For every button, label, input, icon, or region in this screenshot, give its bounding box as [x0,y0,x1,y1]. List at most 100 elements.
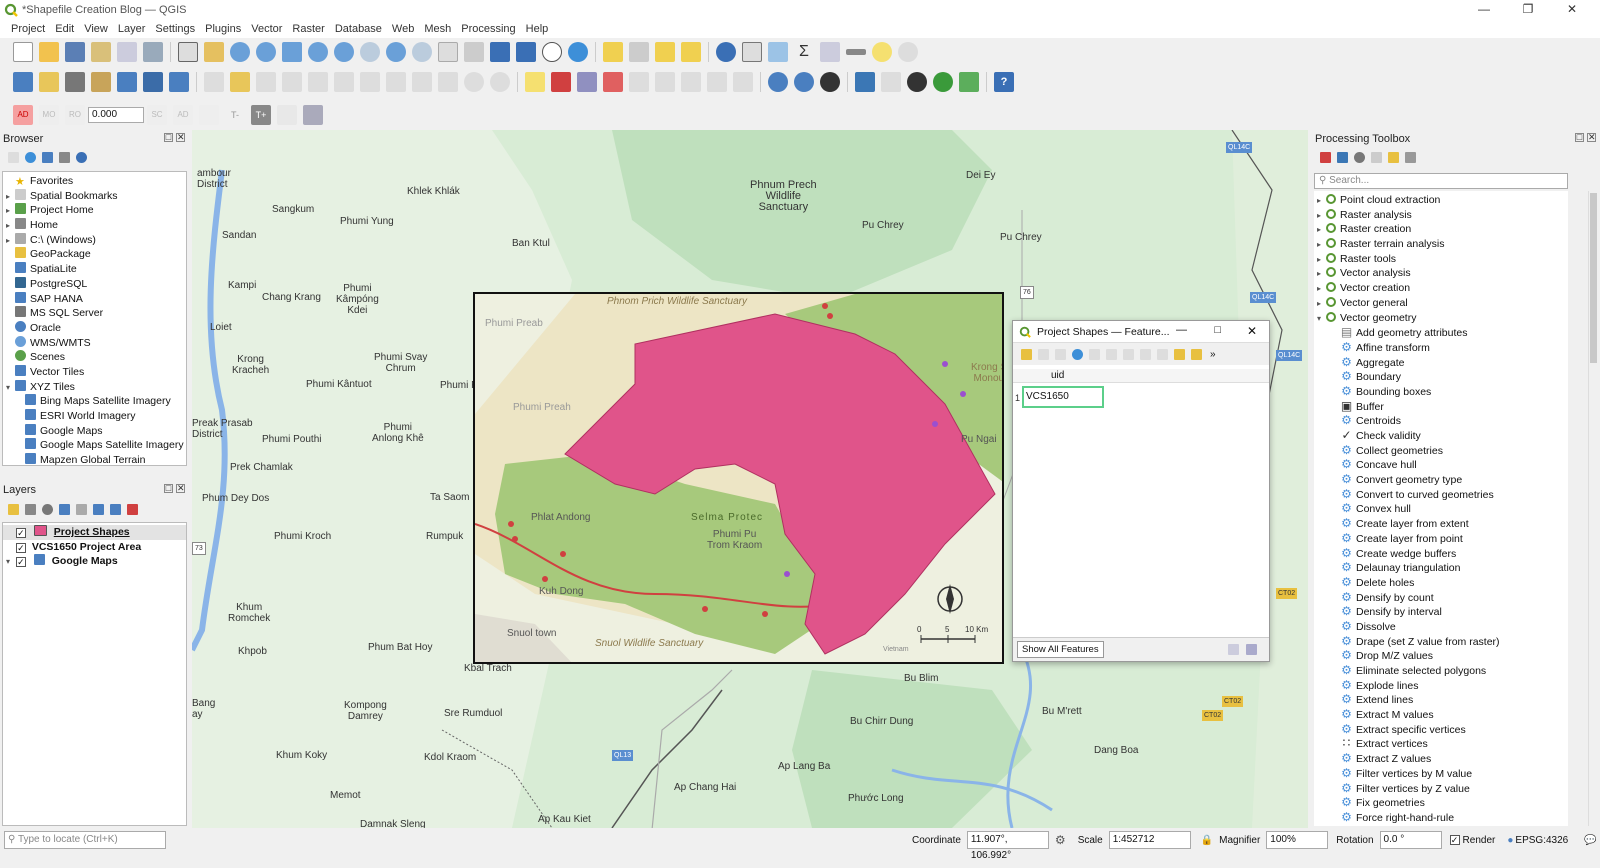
angle-input[interactable]: 0.000 [88,107,144,123]
scrollbar-thumb[interactable] [1590,193,1597,363]
reload-icon[interactable] [1072,348,1083,360]
zoom-layer-icon[interactable] [334,42,354,62]
cut-icon[interactable] [1123,348,1134,360]
close-panel-icon[interactable]: ✕ [1587,133,1596,142]
label-properties-icon[interactable] [733,72,753,92]
show-hide-labels-icon[interactable] [629,72,649,92]
scale-button[interactable]: SC [147,105,167,125]
algorithm-item[interactable]: ⚙ Extract specific vertices [1340,722,1568,737]
float-panel-icon[interactable]: □ [164,133,173,142]
add-vector-icon[interactable] [169,72,189,92]
digitize-icon[interactable] [282,72,302,92]
lock-scale-icon[interactable]: 🔒 [1201,835,1213,846]
temporal-controller-icon[interactable] [542,42,562,62]
algorithm-item[interactable]: ▣ Buffer [1340,399,1568,414]
save-edits-icon[interactable] [256,72,276,92]
expand-arrow-icon[interactable]: ▸ [3,219,13,234]
menu-plugins[interactable]: Plugins [200,23,246,35]
rotation-field[interactable]: 0.0 ° [1379,831,1442,849]
collapse-all-icon[interactable] [59,151,70,163]
disabled-tool-icon[interactable] [277,105,297,125]
add-selected-icon[interactable] [8,151,19,163]
expand-arrow-icon[interactable]: ▸ [1314,253,1324,268]
browser-item[interactable]: ▸ Home [3,218,186,233]
zoom-last-icon[interactable] [386,42,406,62]
browser-item[interactable]: Google Maps Satellite Imagery [3,438,186,453]
float-panel-icon[interactable]: □ [1575,133,1584,142]
algorithm-item[interactable]: ⚙ Drop M/Z values [1340,648,1568,663]
algorithm-item[interactable]: ⚙ Delete holes [1340,575,1568,590]
new-project-icon[interactable] [13,42,33,62]
algorithm-item[interactable]: ⚙ Extract Z values [1340,751,1568,766]
toolbox-group[interactable]: ▸ Raster analysis [1314,208,1568,223]
processing-toolbox-icon[interactable] [768,42,788,62]
add-group-icon[interactable] [25,503,36,515]
expand-arrow-icon[interactable]: ▸ [1314,297,1324,312]
close-panel-icon[interactable]: ✕ [176,133,185,142]
open-table-icon[interactable] [820,42,840,62]
globe-icon[interactable] [768,72,788,92]
web-layer-icon[interactable] [794,72,814,92]
refresh-icon[interactable] [568,42,588,62]
toolbox-group[interactable]: ▸ Vector general [1314,296,1568,311]
menu-project[interactable]: Project [6,23,50,35]
menu-database[interactable]: Database [330,23,387,35]
refresh-icon[interactable] [25,151,36,163]
select-by-expression-icon[interactable] [1174,348,1185,360]
toolbox-group[interactable]: ▸ Point cloud extraction [1314,193,1568,208]
new-spatialite-layer-icon[interactable] [91,72,111,92]
select-by-value-icon[interactable] [629,42,649,62]
layer-item-project-shapes[interactable]: ✓ Project Shapes [3,525,186,540]
algorithm-item[interactable]: ⚙ Filter vertices by M value [1340,766,1568,781]
layer-item-vcs1650[interactable]: ✓ VCS1650 Project Area [3,540,186,555]
save-project-icon[interactable] [65,42,85,62]
browser-item[interactable]: Mapzen Global Terrain [3,453,186,465]
expand-arrow-icon[interactable]: ▸ [1314,209,1324,224]
options-icon[interactable] [1405,151,1416,163]
open-project-icon[interactable] [39,42,59,62]
algorithm-item[interactable]: ⚙ Create layer from extent [1340,516,1568,531]
browser-item[interactable]: ▸ Project Home [3,203,186,218]
browser-item[interactable]: GeoPackage [3,247,186,262]
coordinate-field[interactable]: 11.907°, 106.992° [966,831,1049,861]
current-edits-icon[interactable] [204,72,224,92]
browser-item[interactable]: Oracle [3,320,186,336]
menu-help[interactable]: Help [521,23,554,35]
layer-visibility-checkbox[interactable]: ✓ [15,542,26,553]
save-edits-icon[interactable] [1055,348,1066,360]
advanced-digitizing-button[interactable]: AD [13,105,33,125]
move-label-icon[interactable] [655,72,675,92]
identify-icon[interactable] [716,42,736,62]
locator-search-input[interactable]: ⚲ Type to locate (Ctrl+K) [4,831,166,849]
expand-arrow-icon[interactable]: ▾ [3,381,13,396]
pan-to-selection-icon[interactable] [204,42,224,62]
row-number[interactable]: 1 [1015,393,1020,403]
add-layer-icon[interactable] [117,72,137,92]
messages-icon[interactable]: 💬 [1584,835,1596,846]
browser-item[interactable]: ESRI World Imagery [3,409,186,424]
browser-item[interactable]: PostgreSQL [3,276,186,292]
menu-web[interactable]: Web [387,23,419,35]
zoom-selection-icon[interactable] [308,42,328,62]
expand-arrow-icon[interactable]: ▸ [3,204,13,219]
algorithm-item[interactable]: ⚙ Collect geometries [1340,443,1568,458]
browser-item[interactable]: SpatiaLite [3,262,186,277]
multi-edit-icon[interactable] [1038,348,1049,360]
toolbox-group[interactable]: ▸ Raster creation [1314,222,1568,237]
algorithm-item[interactable]: ⚙ Concave hull [1340,457,1568,472]
paste-features-icon[interactable] [438,72,458,92]
binoculars-icon[interactable] [907,72,927,92]
browser-item[interactable]: ★ Favorites [3,174,186,189]
algorithm-item[interactable]: ⚙ Aggregate [1340,355,1568,370]
browser-item[interactable]: SAP HANA [3,291,186,307]
zoom-full-icon[interactable] [282,42,302,62]
close-dialog-button[interactable]: ✕ [1247,324,1257,338]
pin-label-icon[interactable] [603,72,623,92]
new-bookmark-icon[interactable] [490,42,510,62]
browser-item[interactable]: Google Maps [3,423,186,439]
vertex-tool-icon[interactable] [308,72,328,92]
reshape-icon[interactable] [303,105,323,125]
redo-icon[interactable] [490,72,510,92]
delete-feature-icon[interactable] [1106,348,1117,360]
algorithm-item[interactable]: ⚙ Fix geometries [1340,795,1568,810]
